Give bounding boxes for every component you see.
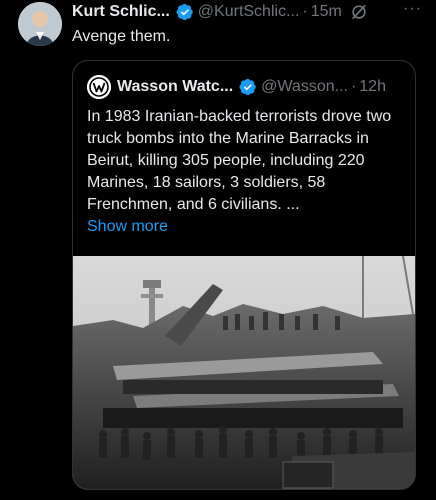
quoted-tweet-text: In 1983 Iranian-backed terrorists drove … (87, 108, 392, 213)
quoted-author-name[interactable]: Wasson Watc... (117, 78, 233, 96)
quoted-tweet-header: Wasson Watc... @Wasson... · 12h (87, 75, 405, 99)
tweet-header: Kurt Schlic... @KurtSchlic... · 15m (72, 2, 428, 22)
quoted-author-avatar (87, 75, 111, 99)
grok-icon[interactable] (350, 3, 368, 21)
tweet-text: Avenge them. (72, 28, 171, 45)
show-more-link[interactable]: Show more (87, 218, 168, 235)
quoted-tweet-body: In 1983 Iranian-backed terrorists drove … (87, 106, 405, 238)
author-name[interactable]: Kurt Schlic... (72, 3, 170, 21)
dot-separator: · (350, 78, 357, 95)
more-options-icon[interactable]: ··· (403, 0, 422, 18)
verified-badge-icon (239, 78, 256, 96)
tweet: Kurt Schlic... @KurtSchlic... · 15m ··· … (0, 0, 436, 500)
quoted-timestamp[interactable]: 12h (359, 78, 386, 96)
dot-separator: · (302, 3, 308, 20)
quoted-author-handle[interactable]: @Wasson... (261, 78, 348, 96)
quoted-tweet-photo[interactable] (73, 256, 415, 489)
quoted-tweet[interactable]: Wasson Watc... @Wasson... · 12h In 1983 … (72, 60, 416, 490)
verified-badge-icon (176, 3, 193, 21)
author-handle[interactable]: @KurtSchlic... (198, 3, 300, 21)
author-avatar[interactable] (18, 2, 62, 46)
timestamp[interactable]: 15m (311, 3, 342, 21)
